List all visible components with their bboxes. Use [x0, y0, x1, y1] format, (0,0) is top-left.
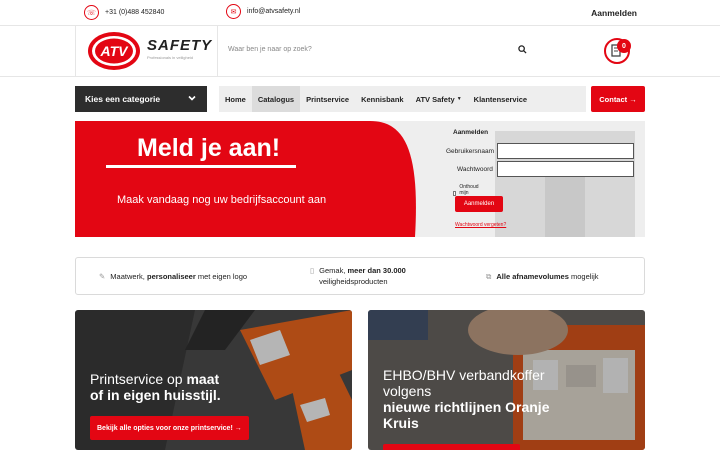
ehbo-cta-button[interactable] [383, 444, 520, 450]
category-dropdown[interactable]: Kies een categorie [75, 86, 207, 112]
boxes-icon: ⧉ [486, 272, 492, 281]
password-label: Wachtwoord [457, 166, 493, 173]
mobile-icon: ▯ [310, 266, 315, 275]
usp-volumes: ⧉ Alle afnamevolumes mogelijk [486, 271, 598, 282]
mail-icon: ✉ [226, 4, 241, 19]
nav-item-printservice[interactable]: Printservice [300, 86, 355, 112]
contact-label: Contact [599, 94, 628, 104]
search-icon[interactable] [518, 45, 527, 54]
login-link[interactable]: Aanmelden [591, 8, 637, 18]
login-form-title: Aanmelden [453, 129, 489, 136]
email-address: info@atvsafety.nl [247, 8, 301, 15]
email-contact[interactable]: ✉ info@atvsafety.nl [226, 4, 300, 19]
arrow-right-icon: → [234, 424, 242, 432]
ehbo-heading: EHBO/BHV verbandkoffer volgens nieuwe rich… [383, 367, 550, 431]
usp-volumes-text: Alle afnamevolumes mogelijk [496, 272, 599, 281]
username-label: Gebruikersnaam [446, 148, 495, 155]
remember-checkbox[interactable] [453, 190, 457, 196]
usp-bar: ✎ Maatwerk, personaliseer met eigen logo… [75, 257, 645, 295]
ehbo-card[interactable]: EHBO/BHV verbandkoffer volgens nieuwe rich… [368, 310, 645, 450]
site-header: ATV SAFETY Professionals in veiligheid W… [0, 26, 720, 77]
nav-item-atv-safety-label: ATV Safety [415, 94, 455, 104]
nav-item-catalogus[interactable]: Catalogus [251, 86, 301, 112]
caret-down-icon: ▼ [456, 96, 462, 102]
cart-count-badge: 0 [617, 39, 631, 53]
banner-subtitle: Maak vandaag nog uw bedrijfsaccount aan [117, 194, 327, 206]
forgot-password-link[interactable]: Wachtwoord vergeten? [455, 222, 506, 228]
banner-title: Meld je aan! [137, 134, 281, 162]
printservice-heading: Printservice op maat of in eigen huisstij… [90, 371, 221, 403]
nav-item-atv-safety[interactable]: ATV Safety ▼ [410, 86, 468, 112]
main-nav: Home Catalogus Printservice Kennisbank A… [219, 86, 586, 112]
phone-number: +31 (0)488 452840 [105, 9, 165, 16]
password-input[interactable] [497, 161, 634, 177]
logo[interactable]: ATV SAFETY Professionals in veiligheid [75, 26, 218, 77]
nav-item-klantenservice[interactable]: Klantenservice [468, 86, 533, 112]
phone-contact[interactable]: ☏ +31 (0)488 452840 [84, 5, 164, 20]
nav-item-home[interactable]: Home [219, 86, 252, 112]
search-input[interactable]: Waar ben je naar op zoek? [228, 46, 312, 53]
logo-letters: ATV [100, 43, 130, 59]
usp-maatwerk: ✎ Maatwerk, personaliseer met eigen logo [99, 271, 247, 282]
brand-tagline: Professionals in veiligheid [147, 55, 194, 60]
pencil-icon: ✎ [99, 272, 106, 281]
atv-logo-icon: ATV [88, 32, 140, 70]
login-submit-button[interactable]: Aanmelden [455, 196, 503, 212]
chevron-down-icon [188, 95, 196, 101]
phone-icon: ☏ [84, 5, 99, 20]
login-banner: Meld je aan! Maak vandaag nog uw bedrijf… [75, 121, 645, 237]
usp-gemak: ▯ Gemak, meer dan 30.000 veiligheidsprodu… [310, 265, 406, 287]
contact-button[interactable]: Contact → [591, 86, 645, 112]
printservice-cta-button[interactable]: Bekijk alle opties voor onze printservic… [90, 416, 249, 440]
banner-divider [106, 165, 296, 168]
top-bar: ☏ +31 (0)488 452840 ✉ info@atvsafety.nl … [0, 0, 720, 26]
usp-gemak-text: Gemak, meer dan 30.000 veiligheidsproduct… [319, 266, 406, 286]
brand-name: SAFETY [147, 37, 213, 54]
username-input[interactable] [497, 143, 634, 159]
usp-maatwerk-text: Maatwerk, personaliseer met eigen logo [110, 272, 248, 281]
printservice-card[interactable]: Printservice op maat of in eigen huisstij… [75, 310, 352, 450]
arrow-right-icon: → [629, 94, 637, 104]
category-label: Kies een categorie [85, 94, 161, 104]
nav-item-kennisbank[interactable]: Kennisbank [355, 86, 410, 112]
